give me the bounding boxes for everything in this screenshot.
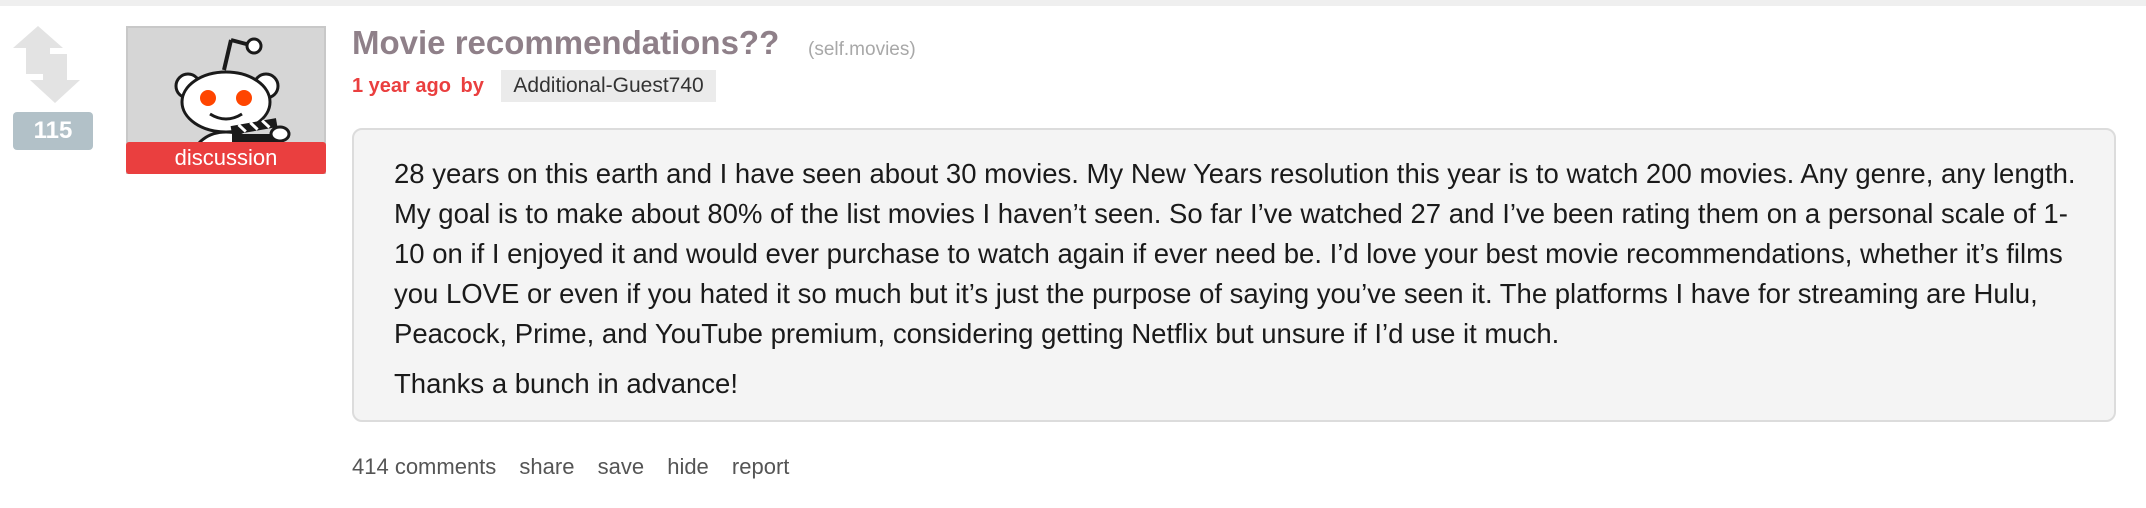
report-button[interactable]: report (732, 454, 789, 479)
hide-button[interactable]: hide (667, 454, 709, 479)
comments-button[interactable]: 414 comments (352, 454, 496, 479)
by-label: by (460, 75, 484, 97)
post-body-paragraph: 28 years on this earth and I have seen a… (394, 158, 2076, 349)
score-badge: 115 (13, 112, 93, 150)
post-title[interactable]: Movie recommendations?? (352, 24, 779, 62)
author-link[interactable]: Additional-Guest740 (501, 70, 716, 102)
vote-arrows (13, 26, 80, 103)
tagline: 1 year ago by Additional-Guest740 (352, 70, 716, 102)
post-body-paragraph: Thanks a bunch in advance! (394, 368, 738, 399)
post-domain[interactable]: (self.movies) (808, 39, 916, 61)
post-buttons: 414 comments share save hide report (352, 454, 806, 480)
post-age: 1 year ago (352, 75, 451, 97)
flair-badge[interactable]: discussion (126, 142, 326, 174)
post-body: 28 years on this earth and I have seen a… (352, 128, 2116, 422)
share-button[interactable]: share (519, 454, 574, 479)
save-button[interactable]: save (598, 454, 644, 479)
post: 115 discussion Movie recommendations?? (… (0, 0, 2146, 508)
